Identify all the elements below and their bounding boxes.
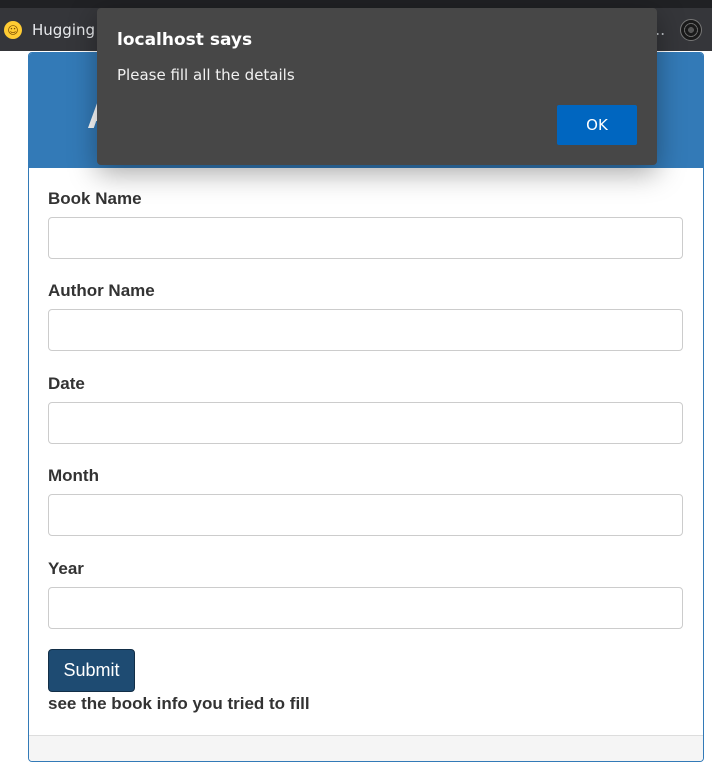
month-label: Month (48, 466, 99, 485)
browser-frame-top (0, 0, 712, 8)
month-input[interactable] (48, 494, 683, 536)
field-year: Year (48, 559, 683, 629)
book-name-label: Book Name (48, 189, 142, 208)
dialog-message: Please fill all the details (117, 66, 295, 84)
date-label: Date (48, 374, 85, 393)
field-author-name: Author Name (48, 281, 683, 351)
field-date: Date (48, 374, 683, 444)
field-month: Month (48, 466, 683, 536)
date-input[interactable] (48, 402, 683, 444)
extension-icon[interactable] (680, 19, 702, 41)
author-name-input[interactable] (48, 309, 683, 351)
alert-dialog: localhost says Please fill all the detai… (97, 8, 657, 165)
book-name-input[interactable] (48, 217, 683, 259)
year-input[interactable] (48, 587, 683, 629)
book-info-text: see the book info you tried to fill (48, 694, 310, 713)
hugging-face-icon: ☺ (4, 21, 22, 39)
year-label: Year (48, 559, 84, 578)
field-book-name: Book Name (48, 189, 683, 259)
submit-button[interactable]: Submit (48, 649, 135, 692)
bookmark-label: Hugging (32, 21, 96, 39)
bookmark-hugging[interactable]: ☺ Hugging (4, 18, 95, 42)
panel-footer (29, 735, 703, 761)
author-name-label: Author Name (48, 281, 155, 300)
dialog-title: localhost says (117, 30, 253, 50)
ok-button[interactable]: OK (557, 105, 637, 145)
